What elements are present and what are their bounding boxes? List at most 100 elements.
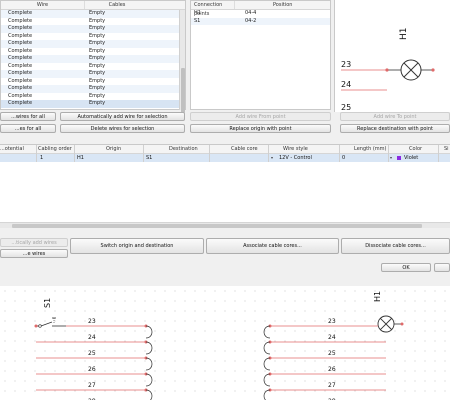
col-position[interactable]: Position [235, 1, 330, 9]
switch-contact [38, 324, 42, 328]
col-cables[interactable]: Cables [85, 1, 149, 9]
scrollbar-thumb[interactable] [181, 68, 185, 113]
col-length[interactable]: Length (mm) [354, 145, 386, 154]
replace-origin-button[interactable]: Replace origin with point [190, 124, 331, 133]
wire-table[interactable]: Wire Cables Complete Empty Complete Empty Co… [0, 0, 186, 113]
switch-origin-destination-button[interactable]: Switch origin and destination [70, 238, 204, 254]
terminal-number: 24 [341, 80, 351, 89]
conn-point: S1 [194, 17, 201, 24]
ok-button[interactable]: OK [381, 263, 431, 272]
col-cable-core[interactable]: Cable core [231, 145, 258, 154]
col-origin[interactable]: Origin [106, 145, 121, 154]
col-wire[interactable]: Wire [1, 1, 85, 9]
wire-bridge [145, 357, 153, 371]
terminal-number: 24 [88, 334, 96, 341]
schematic-preview-top[interactable]: 23 24 25 H1 [334, 0, 450, 112]
col-connection-points[interactable]: Connection points [191, 1, 236, 17]
schematic-top-svg: 23 24 25 H1 [341, 28, 435, 112]
wire-status: Complete [8, 70, 33, 76]
cell-destination[interactable]: S1 [146, 154, 152, 162]
cell-color[interactable]: Violet [404, 154, 418, 162]
wire-row[interactable]: Complete Empty [1, 10, 185, 18]
column-divider[interactable] [438, 145, 439, 162]
wire-row[interactable]: Complete Empty [1, 18, 185, 26]
cable-status: Empty [89, 62, 106, 69]
connection-dot [385, 68, 389, 72]
wire-row[interactable]: Complete Empty [1, 70, 185, 78]
wire-status: Complete [8, 62, 33, 69]
col-color[interactable]: Color [409, 145, 422, 154]
cell-cabling-order[interactable]: 1 [40, 154, 43, 162]
delete-wires-button[interactable]: ...e wires [0, 249, 68, 258]
cell-length[interactable]: 0 [342, 154, 345, 162]
col-si[interactable]: Si [444, 145, 449, 154]
auto-add-wires-selection-button[interactable]: Automatically add wire for selection [60, 112, 185, 121]
wire-bridge [145, 389, 153, 400]
wire-row[interactable]: Complete Empty [1, 40, 185, 48]
wire-bridge [263, 373, 271, 387]
col-cabling-order[interactable]: Cabling order [38, 145, 72, 154]
wire-row[interactable]: Complete Empty [1, 93, 185, 101]
wire-row[interactable]: Complete Empty [1, 48, 185, 56]
wire-row[interactable]: Complete Empty [1, 55, 185, 63]
terminal-number: 27 [328, 382, 336, 389]
wire-status: Complete [8, 10, 33, 16]
col-wire-style[interactable]: Wire style [283, 145, 308, 154]
cable-status: Empty [89, 55, 106, 61]
terminal-number: 23 [341, 60, 351, 69]
dropdown-arrow-icon[interactable]: ▾ [271, 154, 273, 162]
wire-row[interactable]: Complete Empty [1, 33, 185, 41]
cable-status: Empty [89, 92, 106, 99]
column-divider[interactable] [143, 145, 144, 162]
cell-origin[interactable]: H1 [77, 154, 84, 162]
conn-row[interactable]: S1 04-2 [191, 17, 330, 25]
add-wires-for-all-button[interactable]: ...wires for all [0, 112, 56, 121]
prop-row[interactable]: 1 H1 S1 ▾ 12V - Control 0 ▾ Violet [0, 154, 450, 162]
cell-wire-style[interactable]: 12V - Control [279, 154, 312, 162]
column-divider[interactable] [388, 145, 389, 162]
properties-horizontal-scrollbar[interactable] [0, 222, 450, 228]
wire-bridge [263, 389, 271, 400]
wire-row[interactable]: Complete Empty [1, 85, 185, 93]
terminal-number: 25 [328, 350, 336, 357]
connection-dot [400, 322, 404, 326]
wire-table-header: Wire Cables [1, 1, 185, 10]
wire-status: Complete [8, 32, 33, 39]
add-wire-to-point-button[interactable]: Add wire To point [340, 112, 450, 121]
col-potential[interactable]: ...otential [0, 145, 24, 154]
column-divider[interactable] [339, 145, 340, 162]
wire-properties-table[interactable]: ...otential Cabling order Origin Destina… [0, 144, 450, 224]
cancel-button[interactable] [434, 263, 450, 272]
wire-status: Complete [8, 25, 33, 31]
wire-bridge [263, 357, 271, 371]
wire-table-scrollbar[interactable] [179, 10, 185, 113]
scrollbar-thumb[interactable] [12, 224, 422, 228]
terminal-number: 25 [88, 350, 96, 357]
delete-wires-for-all-button[interactable]: ...es for all [0, 124, 56, 133]
add-wire-from-point-button[interactable]: Add wire From point [190, 112, 331, 121]
component-label: S1 [43, 298, 52, 308]
wire-row[interactable]: Complete Empty [1, 78, 185, 86]
schematic-canvas[interactable]: S1 H1 232324242525262627272828 [0, 286, 450, 400]
dissociate-cable-cores-button[interactable]: Dissociate cable cores... [341, 238, 450, 254]
wire-status: Complete [8, 55, 33, 61]
dropdown-arrow-icon[interactable]: ▾ [390, 154, 392, 162]
delete-wires-selection-button[interactable]: Delete wires for selection [60, 124, 185, 133]
column-divider[interactable] [209, 145, 210, 162]
wire-bridge [263, 325, 271, 339]
column-divider[interactable] [36, 145, 37, 162]
wire-status: Complete [8, 77, 33, 84]
wire-status: Complete [8, 100, 33, 106]
wire-row[interactable]: Complete Empty [1, 63, 185, 71]
connection-points-table[interactable]: Connection points Position H1 04-4 S1 04… [190, 0, 331, 110]
column-divider[interactable] [74, 145, 75, 162]
col-destination[interactable]: Destination [169, 145, 198, 154]
replace-destination-button[interactable]: Replace destination with point [340, 124, 450, 133]
associate-cable-cores-button[interactable]: Associate cable cores... [206, 238, 339, 254]
cable-status: Empty [89, 10, 106, 16]
wire-row[interactable]: Complete Empty [1, 100, 185, 108]
wire-row[interactable]: Complete Empty [1, 25, 185, 33]
conn-row[interactable]: H1 04-4 [191, 10, 330, 18]
auto-add-wires-button[interactable]: ...tically add wires [0, 238, 68, 247]
column-divider[interactable] [268, 145, 269, 162]
